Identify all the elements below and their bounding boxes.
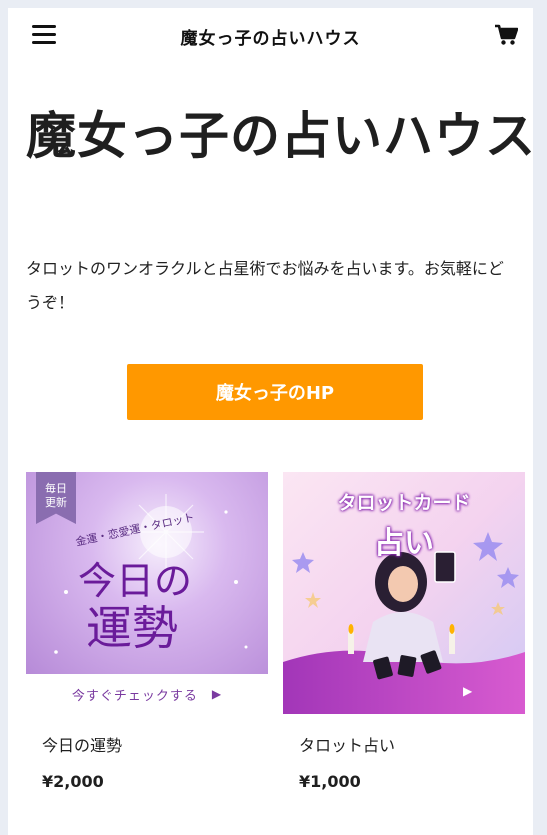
image-footer-banner: 今すぐチェックする ▶ <box>26 674 268 714</box>
product-image-tarot[interactable]: タロットカード 占い ▶ <box>283 472 525 714</box>
shopping-cart-icon[interactable] <box>494 24 519 46</box>
image-heading-line1: タロットカード <box>337 492 471 514</box>
play-icon: ▶ <box>463 684 473 698</box>
image-heading-line2: 占い <box>374 526 434 561</box>
product-name[interactable]: タロット占い <box>283 732 525 756</box>
header-title[interactable]: 魔女っ子の占いハウス <box>8 24 533 49</box>
page: 魔女っ子の占いハウス 魔女っ子の占いハウス タロットのワンオラクルと占星術でお悩… <box>8 8 533 835</box>
image-heading-line2: 運勢 <box>86 601 178 655</box>
homepage-button[interactable]: 魔女っ子のHP <box>127 364 423 420</box>
product-price: ¥2,000 <box>42 772 104 791</box>
product-card-daily-fortune[interactable]: 毎日 更新 金運・恋愛運・タロット 今日の 運勢 今すぐチェックする ▶ 今日の運… <box>26 472 268 791</box>
product-card-tarot[interactable]: タロットカード 占い ▶ タロット占い ¥1,000 <box>283 472 525 791</box>
product-price: ¥1,000 <box>299 772 361 791</box>
product-name[interactable]: 今日の運勢 <box>26 732 268 756</box>
intro-text: タロットのワンオラクルと占星術でお悩みを占います。お気軽にどうぞ！ <box>26 259 504 312</box>
product-image-daily-fortune[interactable]: 毎日 更新 金運・恋愛運・タロット 今日の 運勢 今すぐチェックする ▶ <box>26 472 268 714</box>
play-icon: ▶ <box>211 687 223 701</box>
site-header: 魔女っ子の占いハウス <box>8 8 533 64</box>
image-footer-text: 今すぐチェックする <box>71 688 198 704</box>
page-title: 魔女っ子の占いハウス <box>26 107 533 165</box>
